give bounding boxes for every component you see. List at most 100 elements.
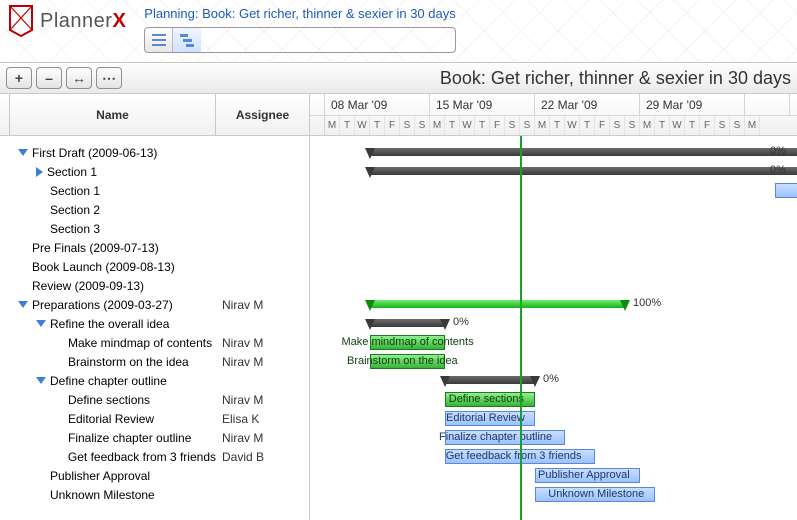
task-name: Make mindmap of contents: [68, 336, 212, 350]
list-icon: [151, 33, 167, 47]
task-name: Section 3: [50, 222, 100, 236]
day-header-cell: W: [355, 116, 370, 135]
task-row[interactable]: Make mindmap of contents Nirav M: [0, 333, 309, 352]
chevron-down-icon[interactable]: [18, 301, 28, 308]
task-name: Preparations (2009-03-27): [32, 298, 173, 312]
add-task-button[interactable]: +: [6, 67, 32, 89]
logo-text: PlannerX: [40, 10, 126, 33]
task-bar-label: Finalize chapter outline: [439, 431, 552, 443]
day-header-cell: T: [370, 116, 385, 135]
percent-label: 100%: [633, 297, 661, 309]
task-assignee: David B: [216, 450, 309, 464]
chevron-down-icon[interactable]: [18, 149, 28, 156]
app-header: PlannerX Planning: Book: Get richer, thi…: [0, 0, 797, 62]
gantt-chart[interactable]: 0% 0% 100% 0% Make mindmap of contents Brains…: [310, 136, 797, 520]
link-tasks-button[interactable]: ↔: [66, 67, 92, 89]
view-switcher: [144, 27, 455, 53]
task-row[interactable]: Editorial ReviewElisa K: [0, 409, 309, 428]
task-name: Section 2: [50, 203, 100, 217]
day-header-cell: S: [520, 116, 535, 135]
task-row[interactable]: Brainstorm on the idea Nirav M: [0, 352, 309, 371]
task-bar-label: Unknown Milestone: [548, 488, 644, 500]
task-row[interactable]: Section 3: [0, 219, 309, 238]
task-row[interactable]: Section 1: [0, 162, 309, 181]
app-logo: PlannerX: [6, 4, 126, 38]
task-bar-label: Get feedback from 3 friends: [446, 450, 582, 462]
task-name: Review (2009-09-13): [32, 279, 144, 293]
task-name: Brainstorm on the idea: [68, 355, 189, 369]
unlink-tasks-button[interactable]: ⋯: [96, 67, 122, 89]
task-row[interactable]: Define sections Nirav M: [0, 390, 309, 409]
toolbar: + – ↔ ⋯ Book: Get richer, thinner & sexi…: [0, 62, 797, 94]
task-bar[interactable]: [775, 183, 797, 198]
chevron-down-icon[interactable]: [36, 377, 46, 384]
task-bar-label: Define sections: [449, 393, 524, 405]
chevron-down-icon[interactable]: [36, 320, 46, 327]
task-row[interactable]: Unknown Milestone: [0, 485, 309, 504]
list-view-button[interactable]: [145, 28, 173, 52]
gantt-icon: [179, 33, 195, 47]
task-assignee: Elisa K: [216, 412, 309, 426]
day-header-cell: W: [565, 116, 580, 135]
task-row[interactable]: Section 2: [0, 200, 309, 219]
project-title: Book: Get richer, thinner & sexier in 30…: [440, 68, 791, 89]
logo-icon: [6, 4, 36, 38]
task-row[interactable]: Finalize chapter outline Nirav M: [0, 428, 309, 447]
day-header-cell: S: [610, 116, 625, 135]
week-header-cell: 15 Mar '09: [430, 94, 535, 115]
column-header-name[interactable]: Name: [10, 94, 216, 135]
summary-bar[interactable]: [370, 300, 625, 308]
timeline-header: 08 Mar '0915 Mar '0922 Mar '0929 Mar '09…: [310, 94, 797, 136]
task-name: Section 1: [50, 184, 100, 198]
summary-bar[interactable]: [370, 167, 797, 175]
task-name: Refine the overall idea: [50, 317, 169, 331]
percent-label: 0%: [770, 145, 786, 157]
task-name: Define sections: [68, 393, 150, 407]
day-header-cell: T: [475, 116, 490, 135]
day-header-cell: M: [325, 116, 340, 135]
task-row[interactable]: Pre Finals (2009-07-13): [0, 238, 309, 257]
day-header-cell: S: [415, 116, 430, 135]
summary-bar[interactable]: [370, 148, 797, 156]
percent-label: 0%: [770, 164, 786, 176]
task-row[interactable]: Review (2009-09-13): [0, 276, 309, 295]
task-row[interactable]: Book Launch (2009-08-13): [0, 257, 309, 276]
day-header-cell: F: [490, 116, 505, 135]
percent-label: 0%: [453, 316, 469, 328]
week-header-cell: [310, 94, 325, 115]
task-assignee: Nirav M: [216, 355, 309, 369]
task-assignee: Nirav M: [216, 336, 309, 350]
column-header-assignee[interactable]: Assignee: [216, 94, 309, 135]
task-row[interactable]: Refine the overall idea: [0, 314, 309, 333]
chevron-right-icon[interactable]: [36, 167, 43, 177]
day-header-cell: M: [430, 116, 445, 135]
task-row[interactable]: Define chapter outline: [0, 371, 309, 390]
gantt-pane[interactable]: 08 Mar '0915 Mar '0922 Mar '0929 Mar '09…: [310, 94, 797, 520]
task-row[interactable]: Publisher Approval: [0, 466, 309, 485]
summary-bar[interactable]: [370, 319, 445, 327]
task-assignee: Nirav M: [216, 298, 309, 312]
day-header-cell: T: [685, 116, 700, 135]
task-row[interactable]: First Draft (2009-06-13): [0, 143, 309, 162]
task-name: Book Launch (2009-08-13): [32, 260, 175, 274]
task-bar-label: Make mindmap of contents: [342, 336, 474, 348]
day-header-cell: S: [715, 116, 730, 135]
day-header-cell: F: [385, 116, 400, 135]
task-bar-label: Editorial Review: [446, 412, 525, 424]
task-name: Finalize chapter outline: [68, 431, 191, 445]
breadcrumb[interactable]: Planning: Book: Get richer, thinner & se…: [144, 6, 455, 21]
task-assignee: Nirav M: [216, 431, 309, 445]
gantt-view-button[interactable]: [173, 28, 201, 52]
task-name: First Draft (2009-06-13): [32, 146, 157, 160]
remove-task-button[interactable]: –: [36, 67, 62, 89]
week-header-cell: [745, 94, 790, 115]
day-header-cell: T: [655, 116, 670, 135]
task-row[interactable]: Section 1: [0, 181, 309, 200]
day-header-cell: M: [640, 116, 655, 135]
task-row[interactable]: Get feedback from 3 friendsDavid B: [0, 447, 309, 466]
day-header-cell: S: [505, 116, 520, 135]
day-header-cell: T: [550, 116, 565, 135]
task-bar-label: Brainstorm on the idea: [347, 355, 458, 367]
task-row[interactable]: Preparations (2009-03-27) Nirav M: [0, 295, 309, 314]
task-assignee: Nirav M: [216, 393, 309, 407]
